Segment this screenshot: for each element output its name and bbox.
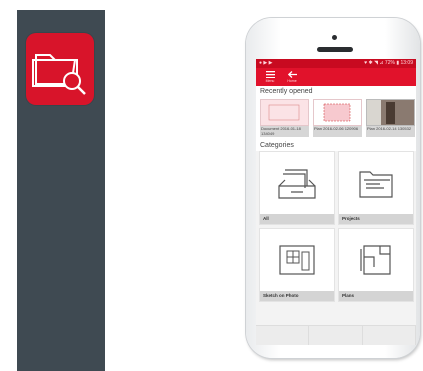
home-label: Home (287, 79, 297, 83)
category-projects[interactable]: Projects (338, 151, 414, 225)
app-toolbar: Menu Home (256, 68, 416, 86)
photo-thumbnail (366, 99, 415, 126)
category-label: Sketch on Photo (260, 291, 334, 301)
back-arrow-icon (287, 71, 297, 78)
recent-caption: Plan 2016-02-06 120906 (313, 126, 362, 137)
nav-slot[interactable] (309, 326, 363, 345)
folder-search-icon (32, 54, 86, 95)
recent-item[interactable]: Document 2016-01-18 134049 (260, 99, 309, 137)
hamburger-icon (265, 71, 275, 78)
app-icon[interactable] (26, 33, 94, 105)
plan-thumbnail (313, 99, 362, 126)
nav-slot[interactable] (363, 326, 416, 345)
door-photo-icon (367, 100, 395, 125)
menu-label: Menu (265, 79, 275, 83)
recent-title: Recently opened (256, 86, 416, 97)
menu-button[interactable]: Menu (261, 71, 279, 83)
category-label: Plans (339, 291, 413, 301)
home-button[interactable]: Home (283, 71, 301, 83)
recent-caption: Plan 2016-02-14 130532 (366, 126, 415, 137)
app-screen: ● ▶ ▶ ♥ ✱ ◥ ⊿ 72% ▮ 13:09 Menu Home Rece… (256, 59, 416, 345)
phone-frame: ● ▶ ▶ ♥ ✱ ◥ ⊿ 72% ▮ 13:09 Menu Home Rece… (246, 18, 420, 358)
document-thumbnail (260, 99, 309, 126)
categories-grid: All Projects Sketch on Photo Plans (256, 151, 416, 302)
category-sketch-on-photo[interactable]: Sketch on Photo (259, 228, 335, 302)
sketch-photo-icon (279, 245, 315, 275)
category-plans[interactable]: Plans (338, 228, 414, 302)
plan-sketch-icon (268, 104, 300, 121)
status-right: ♥ ✱ ◥ ⊿ 72% ▮ 13:09 (364, 60, 413, 66)
status-left: ● ▶ ▶ (259, 60, 273, 66)
speaker-grille (317, 47, 353, 52)
inbox-tray-icon (278, 169, 316, 199)
stage: ● ▶ ▶ ♥ ✱ ◥ ⊿ 72% ▮ 13:09 Menu Home Rece… (0, 0, 423, 371)
recent-item[interactable]: Plan 2016-02-06 120906 (313, 99, 362, 137)
folder-icon (359, 171, 393, 198)
recent-item[interactable]: Plan 2016-02-14 130532 (366, 99, 415, 137)
floor-plan-icon (323, 103, 351, 122)
status-bar: ● ▶ ▶ ♥ ✱ ◥ ⊿ 72% ▮ 13:09 (256, 59, 416, 68)
nav-slot[interactable] (256, 326, 310, 345)
category-all[interactable]: All (259, 151, 335, 225)
floor-plan-icon (360, 245, 391, 275)
categories-title: Categories (256, 140, 416, 151)
bottom-nav (256, 325, 416, 345)
camera-dot (332, 35, 337, 40)
recent-caption: Document 2016-01-18 134049 (260, 126, 309, 137)
category-label: Projects (339, 214, 413, 224)
category-label: All (260, 214, 334, 224)
recent-list: Document 2016-01-18 134049 Plan 2016-02-… (256, 97, 416, 140)
left-panel (17, 10, 105, 371)
